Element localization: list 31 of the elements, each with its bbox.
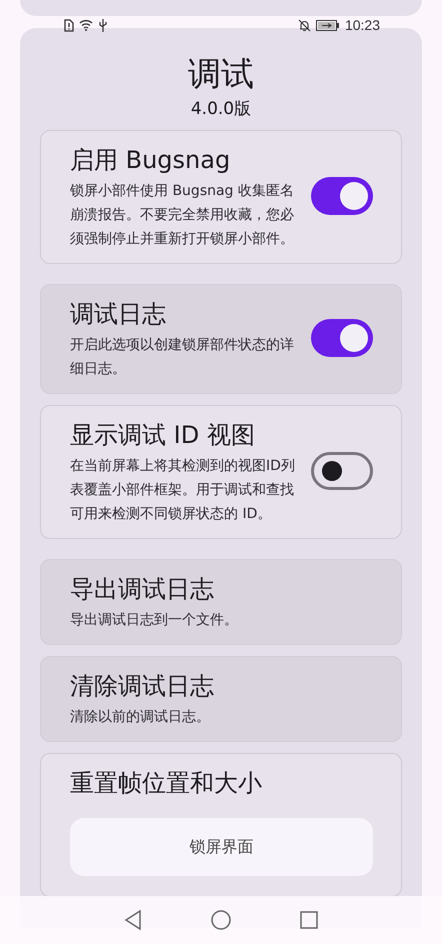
version-label: 4.0.0版	[190, 98, 252, 121]
toggle-switch[interactable]	[311, 452, 373, 490]
page-title: 调试	[187, 53, 255, 95]
setting-description: 导出调试日志到一个文件。	[70, 611, 239, 630]
setting-title: 启用 Bugsnag	[70, 145, 232, 176]
setting-title: 调试日志	[70, 299, 167, 330]
toggle-switch[interactable]	[311, 177, 373, 215]
clock: 10:23	[344, 17, 380, 33]
bell-off-icon	[298, 18, 311, 32]
recents-icon[interactable]	[300, 911, 318, 929]
battery-icon	[316, 20, 340, 30]
toggle-switch[interactable]	[311, 319, 373, 357]
option-button[interactable]: 锁屏界面	[70, 818, 373, 876]
setting-description: 清除以前的调试日志。	[70, 708, 211, 727]
setting-title: 重置帧位置和大小	[70, 768, 263, 799]
back-icon[interactable]	[124, 910, 142, 930]
usb-icon	[98, 18, 108, 32]
setting-title: 清除调试日志	[70, 671, 215, 702]
wifi-icon	[79, 19, 93, 31]
setting-description: 在当前屏幕上将其检测到的视图ID列表覆盖小部件框架。用于调试和查找可用来检测不同锁屏状态的 ID。	[70, 457, 296, 524]
sim-alert-icon	[64, 18, 74, 32]
setting-title: 显示调试 ID 视图	[70, 420, 256, 451]
setting-card[interactable]: 导出调试日志 导出调试日志到一个文件。	[40, 559, 402, 645]
setting-card[interactable]: 清除调试日志 清除以前的调试日志。	[40, 656, 402, 742]
setting-description: 锁屏小部件使用 Bugsnag 收集匿名崩溃报告。不要完全禁用收藏，您必须强制停止并重新打开锁屏小部件。	[70, 182, 295, 249]
home-icon[interactable]	[210, 910, 231, 930]
setting-card[interactable]: 调试日志 开启此选项以创建锁屏部件状态的详细日志。	[40, 284, 402, 394]
setting-description: 开启此选项以创建锁屏部件状态的详细日志。	[70, 336, 295, 379]
setting-title: 导出调试日志	[70, 574, 215, 605]
setting-card[interactable]: 启用 Bugsnag 锁屏小部件使用 Bugsnag 收集匿名崩溃报告。不要完全禁用收藏，您必须强制停止并重新打开锁屏小部件。	[40, 130, 402, 264]
setting-card[interactable]: 显示调试 ID 视图 在当前屏幕上将其检测到的视图ID列表覆盖小部件框架。用于调试和查找可用来检测不同锁屏状态的 ID。	[40, 405, 402, 539]
